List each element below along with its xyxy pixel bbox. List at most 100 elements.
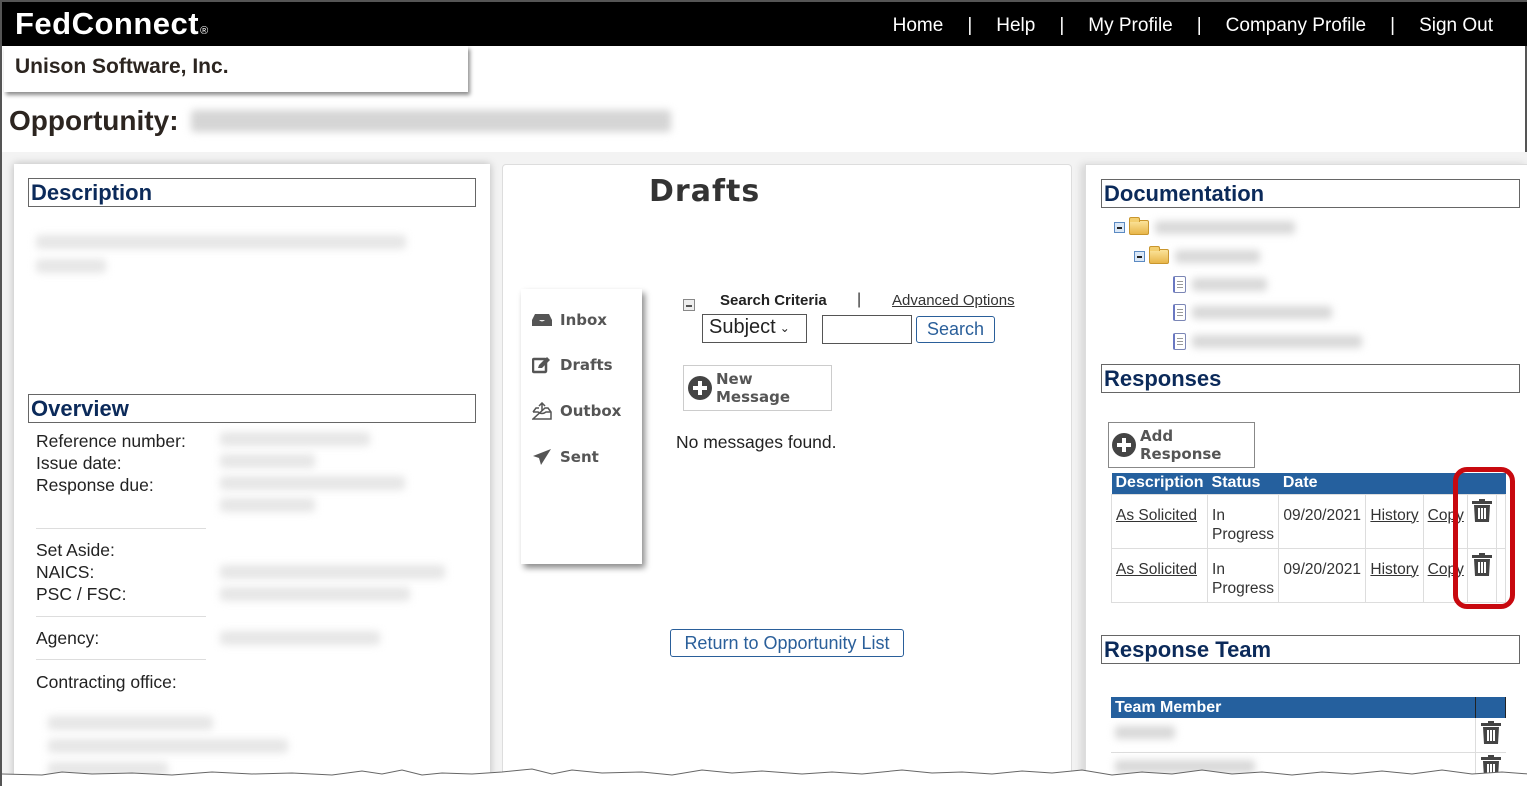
redacted-value [220,587,410,601]
redacted-value [220,432,370,446]
redacted-value [220,454,315,468]
column-header [1475,697,1506,718]
trash-icon[interactable] [1480,720,1501,744]
nav-separator: | [1196,15,1202,36]
document-icon [1173,304,1186,321]
history-link[interactable]: History [1370,507,1418,524]
delete-column-highlight [1453,467,1515,609]
tree-document[interactable] [1173,276,1267,293]
registered-mark: ® [200,25,209,37]
plus-circle-icon [1112,433,1136,457]
column-header [1365,473,1424,494]
responses-table: Description Status Date As Solicited In … [1110,473,1506,603]
issue-date-label: Issue date: [36,453,122,473]
contracting-office-label: Contracting office: [36,672,177,692]
folder-label: Outbox [560,402,622,420]
nav-separator: | [967,15,973,36]
advanced-options-link[interactable]: Advanced Options [892,292,1015,309]
return-to-opportunity-list-button[interactable]: Return to Opportunity List [670,629,904,657]
add-response-button[interactable]: Add Response [1108,422,1255,468]
collapse-icon[interactable] [1114,222,1125,233]
top-nav: Home | Help | My Profile | Company Profi… [893,15,1493,37]
nav-separator: | [1390,15,1396,36]
nav-my-profile[interactable]: My Profile [1088,15,1172,37]
search-criteria-label: Search Criteria [720,292,827,309]
redacted-value [220,476,405,490]
date-cell: 09/20/2021 [1278,547,1367,603]
response-due-label: Response due: [36,475,154,495]
divider [36,659,206,660]
tree-folder-root[interactable] [1114,217,1295,235]
search-button[interactable]: Search [916,316,995,343]
table-header-row: Description Status Date [1111,473,1506,494]
column-header: Description [1111,473,1208,494]
logo-text: FedConnect [15,6,200,41]
folder-sent[interactable]: Sent [532,448,599,466]
nav-help[interactable]: Help [996,15,1035,37]
document-icon [1173,276,1186,293]
history-cell: History [1365,547,1424,603]
collapse-icon[interactable] [1134,251,1145,262]
new-message-button[interactable]: New Message [683,365,832,411]
send-icon [533,449,551,465]
redacted-document-name [1192,278,1267,291]
redacted-description [36,235,406,249]
button-label: Add Response [1140,427,1222,463]
responses-heading: Responses [1101,364,1520,393]
nav-sign-out[interactable]: Sign Out [1419,15,1493,37]
response-link[interactable]: As Solicited [1116,507,1197,524]
redacted-folder-name [1155,221,1295,234]
history-cell: History [1365,493,1424,549]
separator: | [857,291,862,308]
company-name: Unison Software, Inc. [4,46,468,92]
nav-home[interactable]: Home [893,15,944,37]
redacted-description [36,259,106,273]
nav-separator: | [1059,15,1065,36]
tree-document[interactable] [1173,304,1332,321]
edit-icon [532,357,550,374]
fedconnect-logo[interactable]: FedConnect® [15,6,209,42]
redacted-value [48,716,213,730]
tree-document[interactable] [1173,333,1362,350]
date-cell: 09/20/2021 [1278,493,1367,549]
table-row [1111,718,1506,753]
divider [36,616,206,617]
search-input[interactable] [822,315,912,344]
select-value: Subject [709,316,776,338]
folder-label: Sent [560,448,599,466]
agency-label: Agency: [36,628,100,648]
redacted-value [220,498,315,512]
empty-state-text: No messages found. [676,432,837,452]
redacted-value [220,565,445,579]
inbox-icon [532,314,552,326]
redacted-member-name [1115,725,1175,739]
folder-drafts[interactable]: Drafts [532,356,613,374]
delete-cell [1475,718,1506,753]
redacted-value [220,631,380,645]
nav-company-profile[interactable]: Company Profile [1226,15,1366,37]
folder-inbox[interactable]: Inbox [532,311,607,329]
opportunity-title: Opportunity: [9,105,671,137]
redacted-opportunity-name [190,110,671,132]
search-field-select[interactable]: Subject ⌄ [702,314,807,343]
response-team-heading: Response Team [1101,635,1520,664]
folder-nav: Inbox Drafts Outbox Sent [521,289,642,564]
collapse-search-button[interactable] [683,299,695,311]
column-header: Status [1207,473,1279,494]
team-member-cell [1111,718,1476,753]
response-link[interactable]: As Solicited [1116,561,1197,578]
description-heading: Description [28,178,476,207]
tree-folder-child[interactable] [1134,246,1260,264]
folder-label: Drafts [560,356,613,374]
button-label: New Message [716,370,790,406]
history-link[interactable]: History [1370,561,1418,578]
table-row: As Solicited In Progress 09/20/2021 Hist… [1110,493,1506,549]
divider [36,528,206,529]
chevron-down-icon: ⌄ [779,320,790,335]
psc-fsc-label: PSC / FSC: [36,584,127,604]
folder-outbox[interactable]: Outbox [532,402,621,420]
redacted-folder-name [1175,250,1260,263]
table-row: As Solicited In Progress 09/20/2021 Hist… [1110,547,1506,603]
table-header-row: Team Member [1111,697,1506,718]
folder-icon [1129,217,1149,235]
